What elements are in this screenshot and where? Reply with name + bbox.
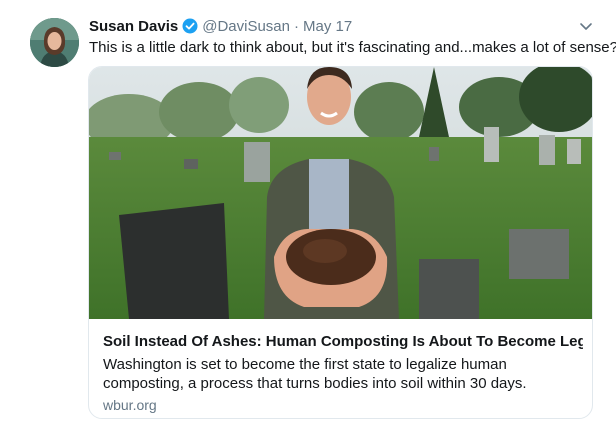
avatar[interactable] — [30, 18, 79, 67]
tweet[interactable]: Susan Davis @DaviSusan · May 17 This is … — [0, 0, 616, 429]
tweet-date[interactable]: May 17 — [303, 18, 352, 35]
card-title[interactable]: Soil Instead Of Ashes: Human Composting … — [103, 333, 583, 350]
card-description: Washington is set to become the first st… — [103, 356, 527, 392]
tweet-text: This is a little dark to think about, bu… — [89, 39, 616, 56]
card-image[interactable] — [89, 67, 592, 319]
card-domain[interactable]: wbur.org — [103, 397, 157, 413]
verified-badge-icon — [182, 18, 198, 34]
chevron-down-icon[interactable] — [578, 20, 594, 32]
author-name[interactable]: Susan Davis — [89, 18, 178, 35]
link-card[interactable]: Soil Instead Of Ashes: Human Composting … — [88, 66, 593, 419]
author-handle[interactable]: @DaviSusan — [202, 18, 290, 35]
card-body[interactable]: Soil Instead Of Ashes: Human Composting … — [89, 319, 592, 418]
tweet-header: Susan Davis @DaviSusan · May 17 — [89, 16, 352, 36]
separator-dot: · — [294, 17, 299, 35]
